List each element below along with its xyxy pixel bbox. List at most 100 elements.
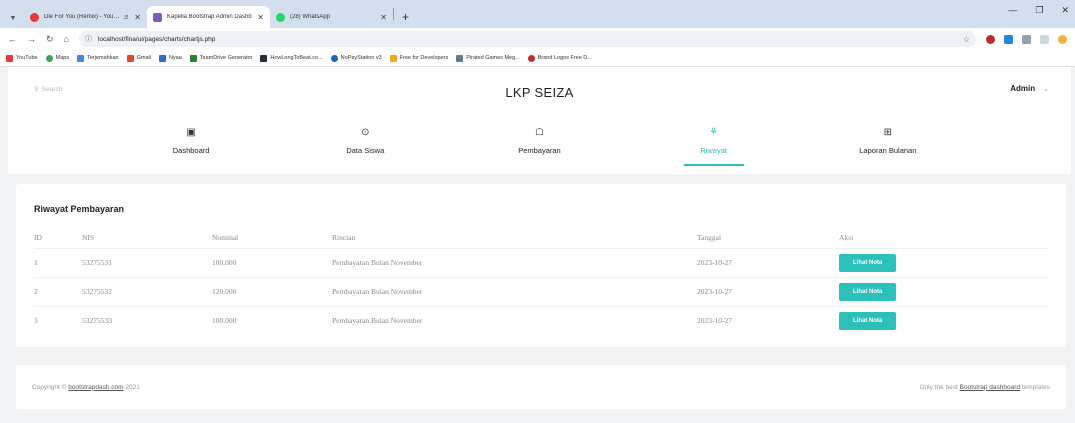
- cell-id: 3: [34, 305, 82, 335]
- new-tab-button[interactable]: +: [394, 6, 417, 28]
- column-header-rincian: Rincian: [332, 233, 356, 243]
- hltb-icon: [260, 54, 268, 62]
- bookmark-item[interactable]: Gmail: [126, 54, 151, 62]
- cell-tanggal: 2023-10-27: [697, 276, 839, 306]
- minimize-icon[interactable]: —: [1008, 5, 1017, 16]
- bookmark-item[interactable]: Brand Logos Free D...: [527, 54, 592, 62]
- lihat-nota-button[interactable]: Lihat Nota: [839, 282, 897, 301]
- shield-extension-icon[interactable]: [986, 34, 995, 44]
- maximize-icon[interactable]: ❐: [1035, 5, 1043, 16]
- close-tab-icon[interactable]: ✕: [134, 13, 141, 22]
- url-text: localhost/fina/ui/pages/charts/chartjs.p…: [97, 35, 216, 43]
- user-menu[interactable]: Admin ⌄: [1010, 84, 1049, 93]
- menu-item-data-siswa[interactable]: ⊙ Data Siswa: [300, 117, 430, 174]
- footer-copyright: Copyright © bootstrapdash.com 2021: [32, 383, 140, 391]
- bookmark-item[interactable]: HowLongToBeat.co...: [260, 54, 323, 62]
- maps-pin-icon: [45, 54, 53, 62]
- menu-item-dashboard[interactable]: ▣ Dashboard: [126, 117, 256, 174]
- whatsapp-favicon-icon: [276, 12, 285, 22]
- address-bar[interactable]: ⓘ localhost/fina/ui/pages/charts/chartjs…: [78, 31, 976, 47]
- forward-icon[interactable]: →: [27, 34, 36, 44]
- nyaa-icon: [158, 54, 166, 62]
- site-info-icon[interactable]: ⓘ: [85, 34, 92, 44]
- browser-tab-active[interactable]: Kapella Bootstrap Admin Dashb ✕: [147, 6, 270, 28]
- bookmark-item[interactable]: Free for Developers: [389, 54, 448, 62]
- lihat-nota-button[interactable]: Lihat Nota: [839, 253, 897, 272]
- translate-icon: [77, 54, 85, 62]
- browser-toolbar: ← → ↻ ⌂ ⓘ localhost/fina/ui/pages/charts…: [0, 28, 1075, 50]
- bookmark-star-icon[interactable]: ☆: [963, 35, 970, 44]
- payment-history-card: Riwayat Pembayaran ID NIS Nominal Rincia…: [16, 184, 1066, 347]
- cell-nominal: 100.000: [212, 305, 332, 335]
- bookmark-item[interactable]: Maps: [45, 54, 69, 62]
- bookmark-item[interactable]: Terjemahkan: [77, 54, 119, 62]
- reload-icon[interactable]: ↻: [46, 34, 54, 45]
- youtube-favicon-icon: [30, 12, 39, 22]
- brand-logos-icon: [527, 54, 535, 62]
- table-header-row: ID NIS Nominal Rincian Tanggal Aksi: [34, 228, 1048, 248]
- back-icon[interactable]: ←: [8, 34, 17, 44]
- menu-label: Riwayat: [700, 146, 727, 155]
- youtube-icon: [6, 54, 13, 62]
- menu-label: Data Siswa: [346, 146, 385, 155]
- browser-tab[interactable]: (28) WhatsApp ✕: [270, 6, 393, 28]
- bootstrapdash-link[interactable]: bootstrapdash.com: [68, 384, 123, 391]
- bootstrap-dashboard-link[interactable]: Bootstrap dashboard: [960, 384, 1020, 391]
- bookmark-item[interactable]: Pirated Games Meg...: [456, 54, 520, 62]
- free-dev-icon: [389, 54, 397, 62]
- cell-nominal: 120.000: [212, 276, 332, 306]
- cell-nis: 53275533: [82, 305, 212, 335]
- navbar-top-row: ⚲ Search LKP SEIZA Admin ⌄: [8, 67, 1071, 117]
- menu-label: Laporan Bulanan: [859, 146, 917, 155]
- user-name: Admin: [1010, 84, 1036, 93]
- students-icon: ⊙: [361, 127, 370, 138]
- payment-icon: ☖: [534, 127, 544, 138]
- profile-avatar-icon[interactable]: [1058, 34, 1067, 44]
- lihat-nota-button[interactable]: Lihat Nota: [839, 311, 897, 330]
- cell-aksi: Lihat Nota: [839, 247, 1048, 277]
- speaker-icon[interactable]: ♬: [123, 14, 130, 21]
- cell-rincian: Pembayaran Bulan November: [332, 247, 697, 277]
- home-icon[interactable]: ⌂: [64, 34, 69, 44]
- column-header-aksi: Aksi: [839, 233, 854, 243]
- app-viewport: ⚲ Search LKP SEIZA Admin ⌄ ▣ Dashboard ⊙…: [8, 67, 1071, 423]
- brand-logo-text[interactable]: LKP SEIZA: [505, 85, 573, 100]
- pirated-games-icon: [456, 54, 464, 62]
- tab-title: Die For You (Remix) - YouTube: [44, 14, 121, 20]
- column-header-nominal: Nominal: [212, 233, 239, 243]
- teamdrive-icon: [189, 54, 197, 62]
- footer-credit: Only the best Bootstrap dashboard templa…: [919, 383, 1050, 391]
- bookmark-item[interactable]: NoPayStation v3: [330, 54, 382, 62]
- payment-history-table: ID NIS Nominal Rincian Tanggal Aksi 1 53…: [34, 228, 1048, 335]
- bookmark-item[interactable]: Nyaa: [158, 54, 182, 62]
- close-window-icon[interactable]: ✕: [1061, 5, 1069, 16]
- cell-rincian: Pembayaran Bulan November: [332, 276, 697, 306]
- bookmark-item[interactable]: YouTube: [6, 54, 38, 62]
- tab-title: Kapella Bootstrap Admin Dashb: [167, 14, 252, 20]
- menu-item-pembayaran[interactable]: ☖ Pembayaran: [474, 117, 604, 174]
- cell-nis: 53275532: [82, 276, 212, 306]
- cell-aksi: Lihat Nota: [839, 276, 1048, 306]
- extension-icon[interactable]: [1022, 34, 1031, 44]
- tab-search-icon[interactable]: ▼: [6, 8, 20, 28]
- puzzle-icon[interactable]: [1040, 34, 1049, 44]
- report-grid-icon: ⊞: [883, 127, 893, 138]
- chevron-down-icon: ⌄: [1043, 85, 1049, 93]
- window-controls: — ❐ ✕: [1008, 5, 1069, 16]
- menu-item-riwayat[interactable]: ⚘ Riwayat: [649, 117, 779, 174]
- close-tab-icon[interactable]: ✕: [380, 13, 387, 22]
- card-title: Riwayat Pembayaran: [34, 204, 125, 214]
- column-header-id: ID: [34, 233, 42, 243]
- search-box[interactable]: ⚲ Search: [34, 85, 63, 94]
- bookmark-item[interactable]: TeamDrive Generator: [189, 54, 252, 62]
- nopaystation-icon: [330, 54, 338, 62]
- column-header-nis: NIS: [82, 233, 95, 243]
- bookmarks-bar: YouTube Maps Terjemahkan Gmail Nyaa Team…: [0, 50, 1075, 67]
- search-placeholder: Search: [41, 85, 63, 93]
- cell-tanggal: 2023-10-27: [697, 305, 839, 335]
- cell-nis: 53275531: [82, 247, 212, 277]
- extension-icon[interactable]: [1004, 34, 1013, 44]
- browser-tab[interactable]: Die For You (Remix) - YouTube ♬ ✕: [24, 6, 147, 28]
- menu-item-laporan-bulanan[interactable]: ⊞ Laporan Bulanan: [823, 117, 953, 174]
- close-tab-icon[interactable]: ✕: [257, 13, 264, 22]
